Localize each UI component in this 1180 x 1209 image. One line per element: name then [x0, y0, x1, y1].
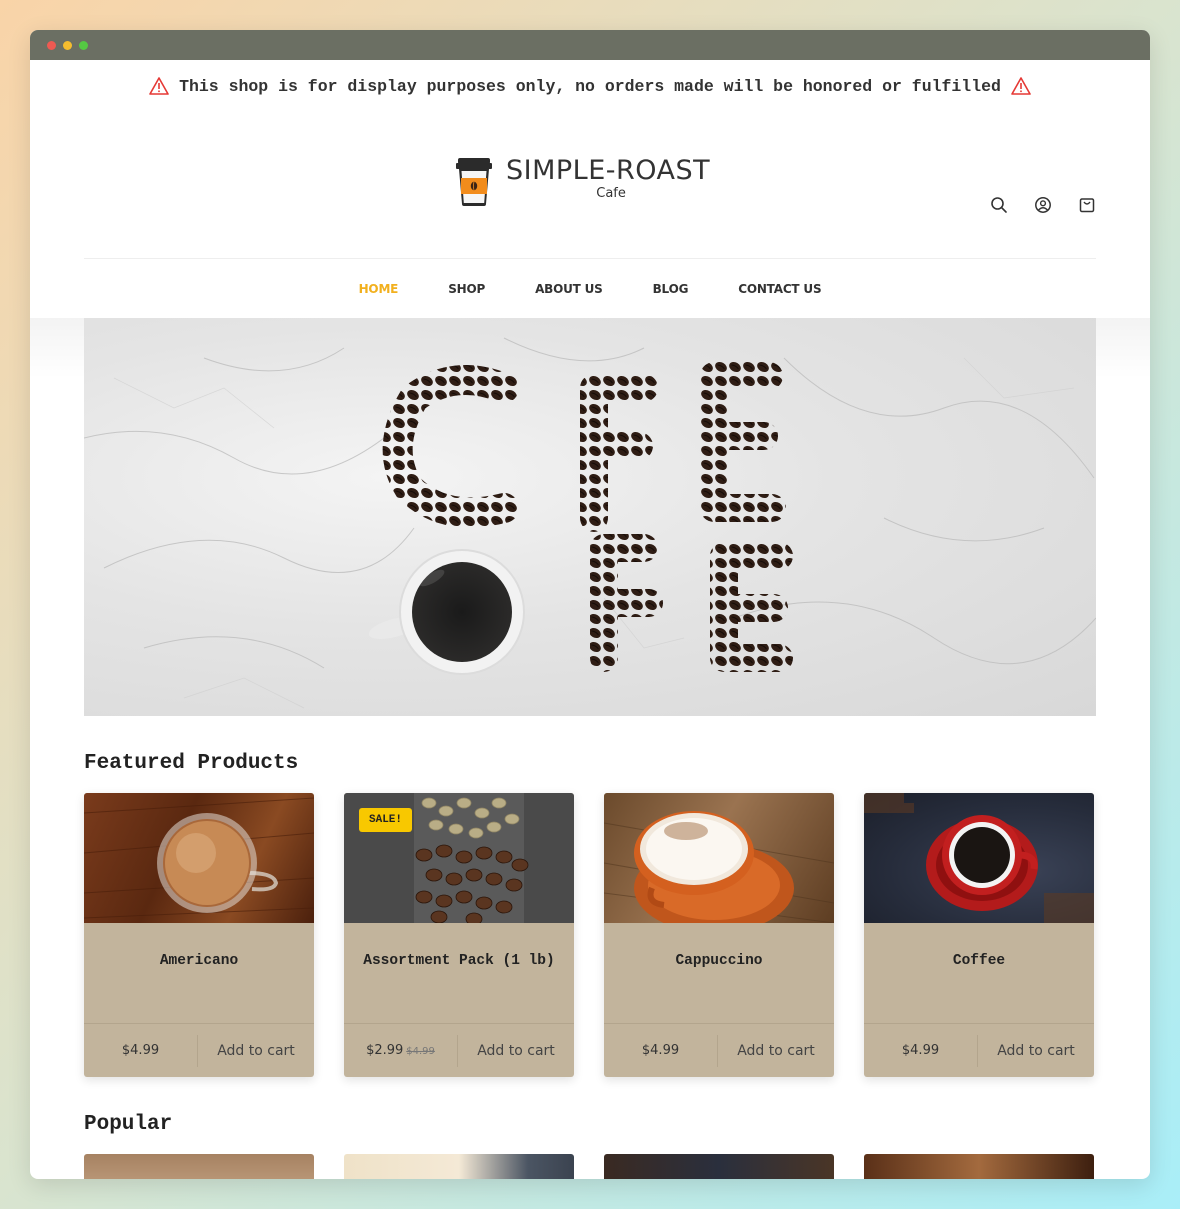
cart-icon[interactable]	[1078, 196, 1096, 214]
popular-product-image[interactable]	[84, 1154, 314, 1179]
product-image-assortment-pack[interactable]: SALE!	[344, 793, 574, 923]
nav-item-blog[interactable]: BLOG	[628, 282, 714, 296]
add-to-cart-button[interactable]: Add to cart	[978, 1043, 1094, 1059]
product-price: $4.99	[84, 1034, 198, 1067]
product-name[interactable]: Coffee	[864, 923, 1094, 1023]
logo-title: SIMPLE-ROAST	[506, 155, 711, 186]
product-price: $4.99	[604, 1034, 718, 1067]
product-card[interactable]: Cappuccino $4.99 Add to cart	[604, 793, 834, 1077]
product-name[interactable]: Cappuccino	[604, 923, 834, 1023]
popular-heading: Popular	[84, 1113, 173, 1136]
popular-product-image[interactable]	[344, 1154, 574, 1179]
product-price: $2.99 $4.99	[344, 1034, 458, 1067]
account-icon[interactable]	[1034, 196, 1052, 214]
product-card[interactable]: Americano $4.99 Add to cart	[84, 793, 314, 1077]
maximize-window-button[interactable]	[79, 40, 88, 50]
product-image-cappuccino[interactable]	[604, 793, 834, 923]
featured-products-heading: Featured Products	[84, 752, 299, 775]
title-bar	[30, 30, 1150, 60]
nav-item-about-us[interactable]: ABOUT US	[510, 282, 628, 296]
close-window-button[interactable]	[47, 40, 56, 50]
add-to-cart-button[interactable]: Add to cart	[198, 1043, 314, 1059]
add-to-cart-button[interactable]: Add to cart	[718, 1043, 834, 1059]
product-image-americano[interactable]	[84, 793, 314, 923]
main-navigation: HOME SHOP ABOUT US BLOG CONTACT US	[84, 258, 1096, 318]
product-card[interactable]: Coffee $4.99 Add to cart	[864, 793, 1094, 1077]
popular-product-image[interactable]	[604, 1154, 834, 1179]
original-price: $4.99	[406, 1045, 435, 1057]
coffee-cup-logo-icon	[456, 158, 492, 206]
warning-icon	[149, 77, 169, 95]
logo-subtitle: Cafe	[596, 186, 626, 201]
popular-products-grid	[30, 1154, 1150, 1179]
browser-window: This shop is for display purposes only, …	[30, 30, 1150, 1179]
site-header: SIMPLE-ROAST Cafe	[30, 112, 1150, 258]
product-name[interactable]: Assortment Pack (1 lb)	[344, 923, 574, 1023]
popular-product-image[interactable]	[864, 1154, 1094, 1179]
product-image-coffee[interactable]	[864, 793, 1094, 923]
product-price: $4.99	[864, 1034, 978, 1067]
nav-item-home[interactable]: HOME	[334, 282, 424, 296]
featured-products-grid: Americano $4.99 Add to cart SALE! Assort…	[30, 793, 1150, 1077]
search-icon[interactable]	[990, 196, 1008, 214]
sale-badge: SALE!	[359, 808, 413, 832]
nav-item-shop[interactable]: SHOP	[423, 282, 510, 296]
hero-banner	[84, 318, 1096, 716]
add-to-cart-button[interactable]: Add to cart	[458, 1043, 574, 1059]
product-card[interactable]: SALE! Assortment Pack (1 lb) $2.99 $4.99 …	[344, 793, 574, 1077]
hero-image	[84, 337, 1096, 709]
product-name[interactable]: Americano	[84, 923, 314, 1023]
store-notice-text: This shop is for display purposes only, …	[179, 76, 1001, 96]
nav-item-contact-us[interactable]: CONTACT US	[713, 282, 846, 296]
warning-icon	[1011, 77, 1031, 95]
site-logo[interactable]: SIMPLE-ROAST Cafe	[454, 156, 710, 208]
minimize-window-button[interactable]	[63, 40, 72, 50]
store-notice: This shop is for display purposes only, …	[30, 60, 1150, 112]
